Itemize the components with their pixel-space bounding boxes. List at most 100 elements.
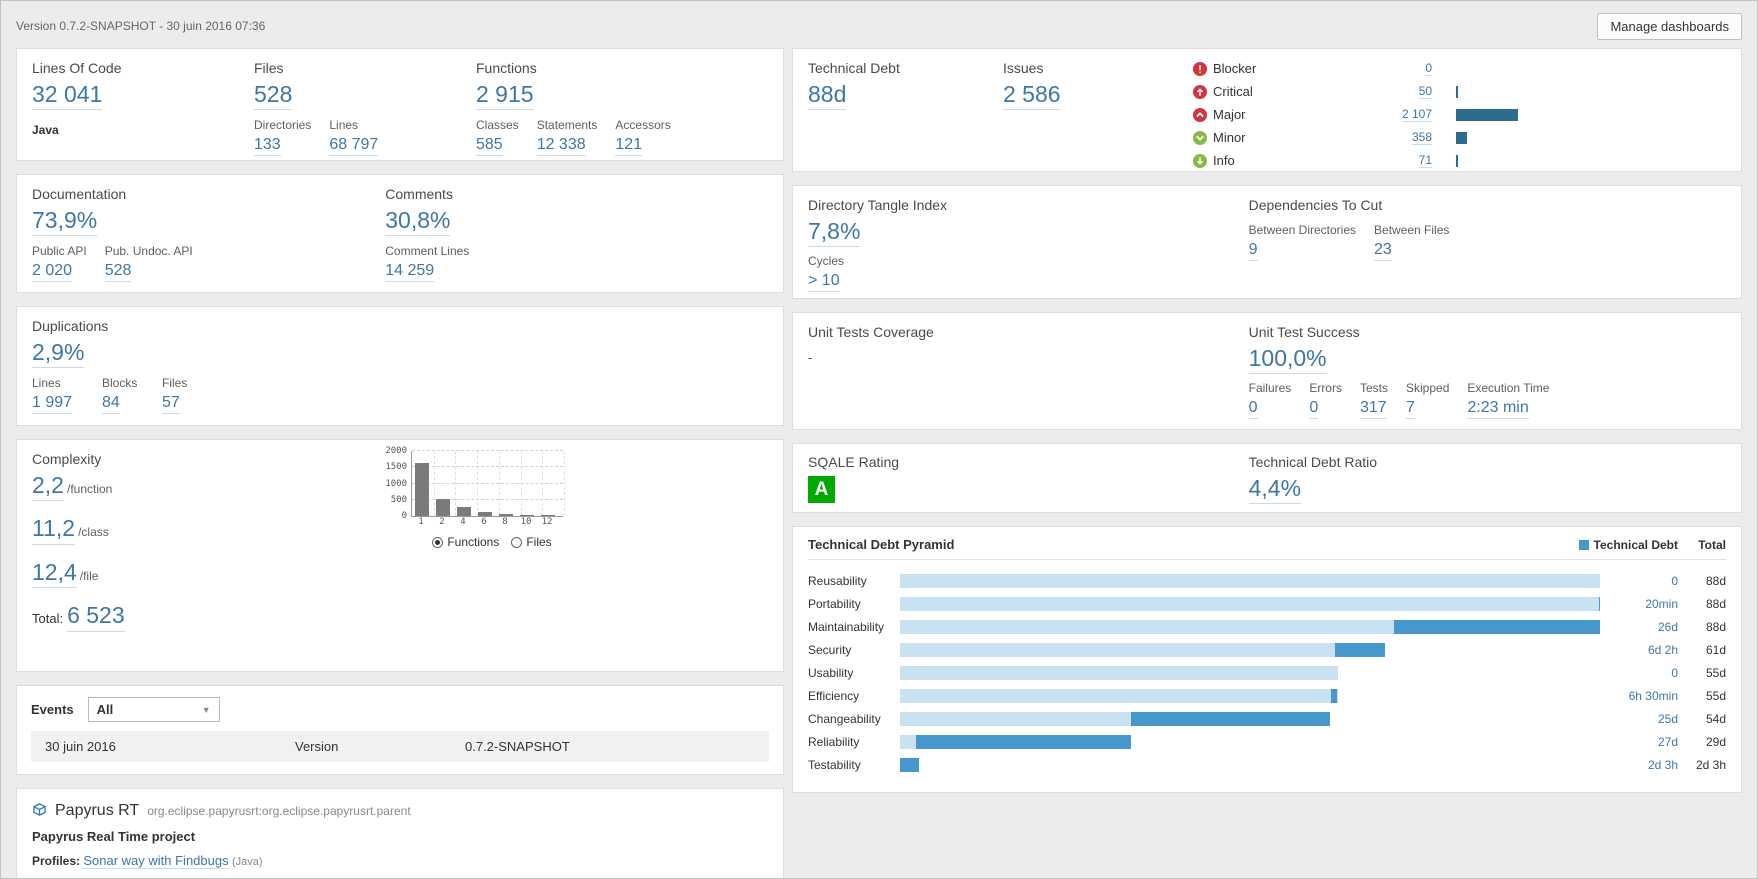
severity-count[interactable]: 2 107 — [1402, 107, 1432, 122]
technical-debt-value[interactable]: 88d — [808, 81, 846, 110]
execution-time-value[interactable]: 2:23 min — [1467, 399, 1528, 419]
severity-bar — [1456, 155, 1546, 167]
pyramid-bar — [900, 574, 1600, 588]
radio-files[interactable]: Files — [511, 535, 551, 549]
pub-undoc-api-value[interactable]: 528 — [105, 262, 132, 282]
complexity-per-function-unit: /function — [67, 482, 112, 496]
documentation-value[interactable]: 73,9% — [32, 207, 97, 236]
complexity-total-value[interactable]: 6 523 — [67, 602, 125, 631]
lines-value[interactable]: 68 797 — [329, 136, 378, 156]
pyramid-row: Portability20min88d — [808, 592, 1726, 615]
pyramid-row: Efficiency6h 30min55d — [808, 684, 1726, 707]
duplications-label: Duplications — [32, 318, 768, 334]
pyramid-debt-value[interactable]: 0 — [1600, 666, 1678, 680]
complexity-per-function-value[interactable]: 2,2 — [32, 472, 64, 501]
pyramid-row: Testability2d 3h2d 3h — [808, 753, 1726, 776]
directory-tangle-index-value[interactable]: 7,8% — [808, 218, 860, 247]
pyramid-legend-total: Total — [1678, 538, 1726, 552]
pyramid-debt-value[interactable]: 0 — [1600, 574, 1678, 588]
public-api-value[interactable]: 2 020 — [32, 262, 72, 282]
failures-value[interactable]: 0 — [1249, 399, 1258, 419]
pyramid-debt-value[interactable]: 26d — [1600, 620, 1678, 634]
x-tick-label: 4 — [456, 517, 470, 527]
pyramid-debt-value[interactable]: 25d — [1600, 712, 1678, 726]
histogram-bar — [520, 515, 534, 516]
pyramid-row-label: Portability — [808, 597, 900, 611]
project-icon — [32, 802, 47, 822]
skipped-value[interactable]: 7 — [1406, 399, 1415, 419]
pyramid-bar-debt — [900, 758, 919, 772]
arrow-up-icon — [1193, 85, 1207, 99]
complexity-per-file-value[interactable]: 12,4 — [32, 559, 77, 588]
technical-debt-label: Technical Debt — [808, 60, 1003, 76]
dup-lines-value[interactable]: 1 997 — [32, 394, 72, 414]
unit-test-success-value[interactable]: 100,0% — [1249, 345, 1327, 374]
complexity-per-class-value[interactable]: 11,2 — [32, 515, 75, 544]
severity-count[interactable]: 71 — [1419, 153, 1432, 168]
tests-value[interactable]: 317 — [1360, 399, 1387, 419]
pyramid-row-label: Changeability — [808, 712, 900, 726]
between-files-value[interactable]: 23 — [1374, 241, 1392, 261]
pyramid-row-label: Testability — [808, 758, 900, 772]
classes-value[interactable]: 585 — [476, 136, 503, 156]
comments-label: Comments — [385, 186, 768, 202]
dup-blocks-value[interactable]: 84 — [102, 394, 120, 414]
comments-value[interactable]: 30,8% — [385, 207, 450, 236]
errors-value[interactable]: 0 — [1309, 399, 1318, 419]
pyramid-bar — [900, 758, 1600, 772]
pyramid-debt-value[interactable]: 6d 2h — [1600, 643, 1678, 657]
sqale-rating-badge: A — [808, 476, 835, 503]
comment-lines-value[interactable]: 14 259 — [385, 262, 434, 282]
severity-count[interactable]: 358 — [1412, 130, 1432, 145]
pyramid-total-value: 88d — [1678, 620, 1726, 634]
events-filter-select[interactable]: All ▼ — [88, 697, 220, 722]
dup-files-value[interactable]: 57 — [162, 394, 180, 414]
histogram-bar — [478, 512, 492, 516]
chevron-down-icon — [1193, 131, 1207, 145]
between-files-label: Between Files — [1374, 223, 1449, 237]
pyramid-bar — [900, 689, 1600, 703]
chart-x-axis: 124681012 — [411, 517, 563, 527]
severity-count[interactable]: 0 — [1425, 61, 1432, 76]
functions-value[interactable]: 2 915 — [476, 81, 534, 110]
pyramid-debt-value[interactable]: 27d — [1600, 735, 1678, 749]
between-directories-value[interactable]: 9 — [1249, 241, 1258, 261]
pyramid-debt-value[interactable]: 6h 30min — [1600, 689, 1678, 703]
technical-debt-ratio-value[interactable]: 4,4% — [1249, 475, 1301, 504]
complexity-chart: 0500100015002000 124681012 FunctionsFile… — [377, 451, 587, 660]
pyramid-debt-value[interactable]: 20min — [1600, 597, 1678, 611]
pyramid-total-value: 29d — [1678, 735, 1726, 749]
histogram-bar — [436, 499, 450, 516]
pyramid-bar — [900, 643, 1600, 657]
project-description: Papyrus Real Time project — [32, 829, 768, 844]
pyramid-bar-debt — [1599, 597, 1600, 611]
severity-row: Major2 107 — [1193, 106, 1546, 123]
directories-label: Directories — [254, 118, 311, 132]
manage-dashboards-button[interactable]: Manage dashboards — [1597, 13, 1742, 40]
histogram-bar — [415, 463, 429, 516]
statements-value[interactable]: 12 338 — [537, 136, 586, 156]
pyramid-debt-value[interactable]: 2d 3h — [1600, 758, 1678, 772]
cycles-value[interactable]: > 10 — [808, 272, 840, 292]
severity-name: Blocker — [1213, 61, 1298, 76]
duplications-value[interactable]: 2,9% — [32, 339, 84, 368]
directories-value[interactable]: 133 — [254, 136, 281, 156]
pyramid-row-label: Reliability — [808, 735, 900, 749]
events-label: Events — [31, 702, 74, 717]
profile-link[interactable]: Sonar way with Findbugs — [83, 853, 228, 869]
files-value[interactable]: 528 — [254, 81, 292, 110]
pyramid-row-label: Efficiency — [808, 689, 900, 703]
complexity-card: Complexity 2,2/function 11,2/class 12,4/… — [16, 439, 784, 672]
chevron-down-icon: ▼ — [202, 705, 211, 715]
radio-functions[interactable]: Functions — [432, 535, 499, 549]
pyramid-title: Technical Debt Pyramid — [808, 537, 1579, 552]
accessors-value[interactable]: 121 — [615, 136, 642, 156]
issues-value[interactable]: 2 586 — [1003, 81, 1061, 110]
sqale-card: SQALE Rating A Technical Debt Ratio 4,4% — [792, 443, 1742, 513]
severity-count[interactable]: 50 — [1419, 84, 1432, 99]
project-name: Papyrus RT — [55, 802, 139, 820]
loc-value[interactable]: 32 041 — [32, 81, 102, 110]
version-text: Version 0.7.2-SNAPSHOT - 30 juin 2016 07… — [16, 19, 265, 33]
pyramid-bar — [900, 735, 1600, 749]
dup-blocks-label: Blocks — [102, 376, 144, 390]
